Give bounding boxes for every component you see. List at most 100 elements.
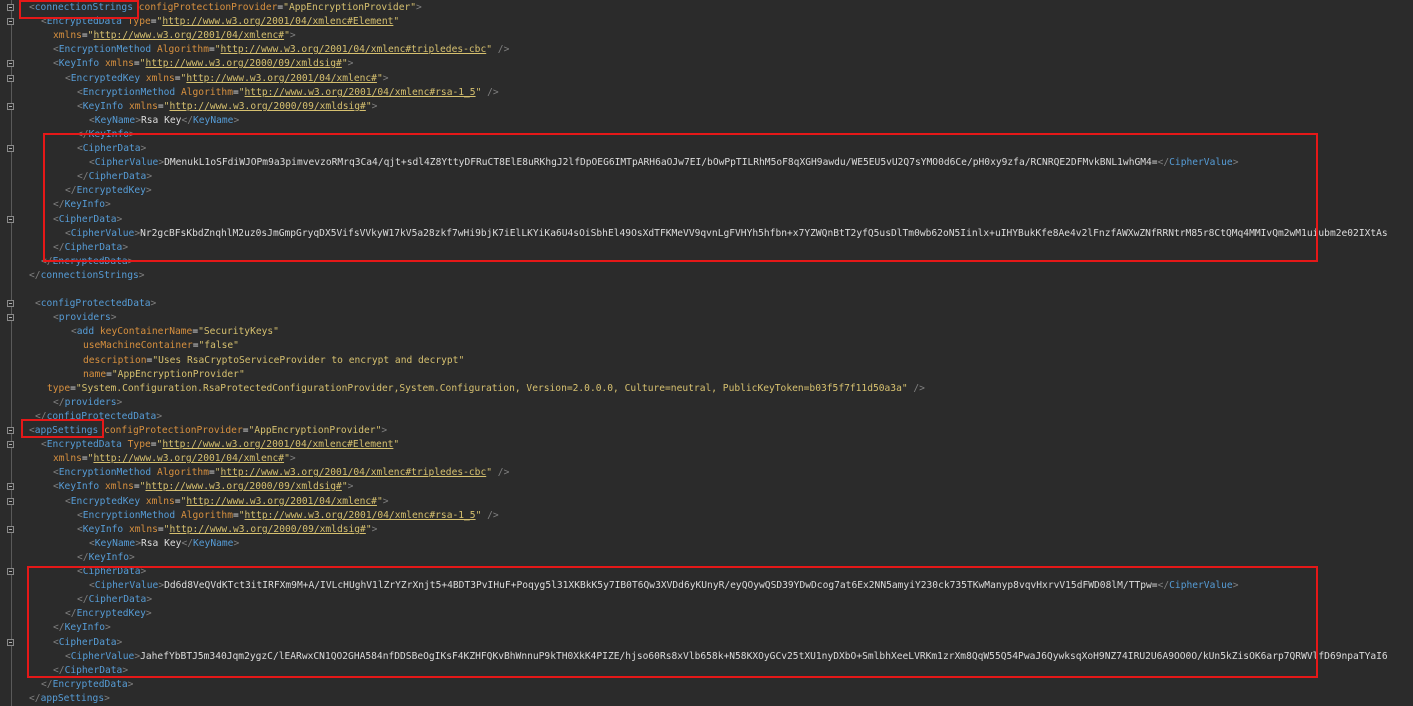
xml-bracket: >	[110, 312, 117, 323]
code-line[interactable]: <KeyInfo xmlns="http://www.w3.org/2000/0…	[53, 480, 353, 494]
xml-attribute-name: Algorithm	[180, 510, 233, 521]
code-line[interactable]: </connectionStrings>	[29, 269, 145, 283]
xml-bracket: </	[29, 270, 41, 281]
code-line[interactable]: </KeyInfo>	[53, 198, 111, 212]
code-line[interactable]: <CipherData>	[77, 142, 146, 156]
xml-tag-name: CipherData	[64, 665, 123, 676]
xml-tag-name: CipherData	[82, 143, 141, 154]
fold-toggle-icon[interactable]	[7, 639, 14, 646]
code-line[interactable]: </EncryptedData>	[41, 678, 133, 692]
code-line[interactable]: </EncryptedKey>	[65, 184, 152, 198]
xml-attribute-name: xmlns	[129, 524, 158, 535]
xml-tag-name: EncryptionMethod	[82, 510, 176, 521]
xml-tag-name: KeyInfo	[82, 101, 124, 112]
code-line[interactable]: <CipherData>	[53, 213, 122, 227]
code-line[interactable]: <EncryptedKey xmlns="http://www.w3.org/2…	[65, 72, 389, 86]
code-line[interactable]: <CipherValue>JahefYbBTJ5m340Jqm2ygzC/lEA…	[65, 650, 1388, 664]
code-line[interactable]: </CipherData>	[53, 241, 128, 255]
code-line[interactable]: <CipherValue>Nr2gcBFsKbdZnqhlM2uz0sJmGmp…	[65, 227, 1388, 241]
code-line[interactable]: <KeyName>Rsa Key</KeyName>	[89, 537, 239, 551]
code-line[interactable]: type="System.Configuration.RsaProtectedC…	[47, 382, 925, 396]
code-line[interactable]: <CipherValue>Dd6d8VeQVdKTct3itIRFXm9M+A/…	[89, 579, 1238, 593]
code-line[interactable]: <configProtectedData>	[35, 297, 156, 311]
code-line[interactable]: <KeyName>Rsa Key</KeyName>	[89, 114, 239, 128]
xml-attribute-value: "AppEncryptionProvider"	[248, 425, 382, 436]
code-line[interactable]: useMachineContainer="false"	[83, 339, 239, 353]
code-line[interactable]: </CipherData>	[77, 593, 152, 607]
xml-code-editor[interactable]: <connectionStrings configProtectionProvi…	[0, 0, 1413, 706]
code-line[interactable]: </configProtectedData>	[35, 410, 162, 424]
code-line[interactable]: <CipherData>	[53, 636, 122, 650]
xml-bracket: >	[1232, 157, 1239, 168]
xml-bracket: >	[416, 2, 422, 13]
code-line[interactable]: <KeyInfo xmlns="http://www.w3.org/2000/0…	[77, 100, 377, 114]
code-line[interactable]: name="AppEncryptionProvider"	[83, 368, 245, 382]
xml-attribute-value: "SecurityKeys"	[198, 326, 279, 337]
fold-toggle-icon[interactable]	[7, 483, 14, 490]
code-line[interactable]: <EncryptionMethod Algorithm="http://www.…	[77, 86, 499, 100]
xml-tag-name: connectionStrings	[34, 2, 133, 13]
fold-toggle-icon[interactable]	[7, 300, 14, 307]
fold-toggle-icon[interactable]	[7, 568, 14, 575]
xml-bracket: </	[35, 411, 47, 422]
code-line[interactable]: description="Uses RsaCryptoServiceProvid…	[83, 354, 464, 368]
fold-toggle-icon[interactable]	[7, 314, 14, 321]
xml-bracket: </	[77, 552, 89, 563]
fold-toggle-icon[interactable]	[7, 498, 14, 505]
xml-bracket: />	[487, 87, 499, 98]
code-line[interactable]: <add keyContainerName="SecurityKeys"	[71, 325, 279, 339]
fold-toggle-icon[interactable]	[7, 103, 14, 110]
xml-bracket: >	[138, 270, 145, 281]
fold-toggle-icon[interactable]	[7, 216, 14, 223]
xml-tag-name: EncryptionMethod	[58, 44, 152, 55]
fold-toggle-icon[interactable]	[7, 526, 14, 533]
xml-text: Rsa Key	[141, 538, 182, 549]
xml-bracket: </	[53, 199, 65, 210]
code-line[interactable]: <EncryptionMethod Algorithm="http://www.…	[77, 509, 499, 523]
code-line[interactable]: <EncryptionMethod Algorithm="http://www.…	[53, 43, 509, 57]
xml-namespace-url: http://www.w3.org/2001/04/xmlenc#	[186, 73, 377, 84]
fold-toggle-icon[interactable]	[7, 75, 14, 82]
xml-bracket: />	[497, 467, 510, 478]
code-line[interactable]: <CipherData>	[77, 565, 146, 579]
xml-attribute-name: xmlns	[105, 481, 134, 492]
code-line[interactable]: xmlns="http://www.w3.org/2001/04/xmlenc#…	[53, 29, 296, 43]
fold-toggle-icon[interactable]	[7, 441, 14, 448]
xml-namespace-url: http://www.w3.org/2000/09/xmldsig#	[145, 481, 342, 492]
code-line[interactable]: <EncryptedKey xmlns="http://www.w3.org/2…	[65, 495, 389, 509]
code-line[interactable]: <KeyInfo xmlns="http://www.w3.org/2000/0…	[53, 57, 353, 71]
code-line[interactable]: xmlns="http://www.w3.org/2001/04/xmlenc#…	[53, 452, 296, 466]
code-line[interactable]: <EncryptedData Type="http://www.w3.org/2…	[41, 438, 399, 452]
fold-toggle-icon[interactable]	[7, 60, 14, 67]
xml-attribute-name: name	[83, 369, 107, 380]
code-line[interactable]: </KeyInfo>	[77, 551, 135, 565]
code-line[interactable]: <EncryptedData Type="http://www.w3.org/2…	[41, 15, 399, 29]
xml-tag-name: KeyInfo	[88, 552, 129, 563]
code-line[interactable]: <connectionStrings configProtectionProvi…	[29, 1, 422, 15]
xml-bracket: </	[181, 115, 193, 126]
xml-tag-name: EncryptedKey	[70, 73, 141, 84]
code-line[interactable]: <appSettings configProtectionProvider="A…	[29, 424, 387, 438]
xml-tag-name: KeyName	[193, 115, 234, 126]
code-line[interactable]: <providers>	[53, 311, 117, 325]
xml-bracket: </	[77, 594, 89, 605]
xml-tag-name: KeyName	[94, 538, 136, 549]
fold-toggle-icon[interactable]	[7, 18, 14, 25]
fold-toggle-icon[interactable]	[7, 4, 14, 11]
code-line[interactable]: <KeyInfo xmlns="http://www.w3.org/2000/0…	[77, 523, 377, 537]
code-line[interactable]: </CipherData>	[53, 664, 128, 678]
code-line[interactable]: </appSettings>	[29, 692, 110, 706]
xml-bracket: >	[371, 101, 378, 112]
code-line[interactable]: </KeyInfo>	[77, 128, 135, 142]
fold-toggle-icon[interactable]	[7, 427, 14, 434]
code-line[interactable]: </KeyInfo>	[53, 621, 111, 635]
code-line[interactable]: <EncryptionMethod Algorithm="http://www.…	[53, 466, 509, 480]
code-line[interactable]: </EncryptedKey>	[65, 607, 152, 621]
xml-tag-name: appSettings	[40, 693, 105, 704]
code-line[interactable]: </providers>	[53, 396, 122, 410]
fold-toggle-icon[interactable]	[7, 145, 14, 152]
code-line[interactable]: <CipherValue>DMenukL1oSFdiWJOPm9a3pimvev…	[89, 156, 1238, 170]
xml-bracket: </	[181, 538, 193, 549]
code-line[interactable]: </CipherData>	[77, 170, 152, 184]
code-line[interactable]: </EncryptedData>	[41, 255, 133, 269]
